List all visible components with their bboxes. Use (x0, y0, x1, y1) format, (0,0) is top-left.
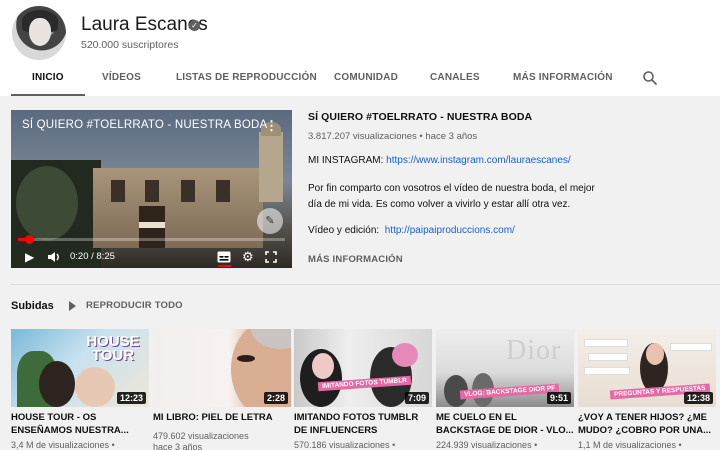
channel-avatar[interactable] (12, 6, 66, 60)
thumb-comment (670, 343, 712, 351)
player-time: 0:20 / 8:25 (70, 251, 115, 262)
thumb-hair (392, 343, 418, 367)
video-card[interactable]: IMITANDO FOTOS TUMBLR 7:09 IMITANDO FOTO… (294, 329, 432, 450)
video-card[interactable]: PREGUNTAS Y RESPUESTAS 12:38 ¿VOY A TENE… (578, 329, 716, 450)
video-title[interactable]: HOUSE TOUR - OS ENSEÑAMOS NUESTRA... (11, 412, 149, 437)
video-card[interactable]: 2:28 MI LIBRO: PIEL DE LETRA 479.602 vis… (153, 329, 291, 450)
edit-credit-label: Vídeo y edición: (308, 225, 380, 236)
video-thumbnail[interactable]: Dior VLOG: BACKSTAGE DIOR PF 9:51 (436, 329, 574, 407)
featured-video-player[interactable]: SÍ QUIERO #TOELRRATO - NUESTRA BODA ⋮ ✎ … (11, 110, 292, 268)
video-title[interactable]: IMITANDO FOTOS TUMBLR DE INFLUENCERS (294, 412, 432, 437)
tab-channels[interactable]: CANALES (430, 63, 480, 96)
player-frame-window (216, 180, 230, 202)
player-video-title[interactable]: SÍ QUIERO #TOELRRATO - NUESTRA BODA (22, 119, 267, 131)
instagram-line: MI INSTAGRAM: https://www.instagram.com/… (308, 155, 571, 166)
avatar-face (29, 18, 51, 46)
video-duration: 12:23 (116, 392, 146, 404)
thumb-person (75, 367, 115, 407)
video-duration: 7:09 (404, 392, 429, 404)
fullscreen-icon[interactable] (265, 251, 277, 263)
progress-bar[interactable] (18, 235, 285, 244)
play-all-button[interactable]: REPRODUCIR TODO (69, 300, 183, 311)
volume-icon[interactable] (47, 251, 61, 263)
edit-credit-link[interactable]: http://paipaiproduccions.com/ (385, 225, 515, 236)
channel-watermark-icon[interactable]: ✎ (257, 208, 283, 234)
play-icon[interactable]: ▶ (25, 246, 34, 268)
video-meta: 1,1 M de visualizaciones • (578, 440, 682, 450)
tab-videos[interactable]: VÍDEOS (102, 63, 141, 96)
thumb-eye (237, 355, 255, 362)
featured-video-title[interactable]: SÍ QUIERO #TOELRRATO - NUESTRA BODA (308, 111, 532, 123)
verified-icon: ✓ (189, 20, 200, 31)
video-thumbnail[interactable]: HOUSE TOUR 12:23 (11, 329, 149, 407)
video-thumbnail[interactable]: PREGUNTAS Y RESPUESTAS 12:38 (578, 329, 716, 407)
player-frame-window (111, 180, 125, 202)
subscriber-count: 520.000 suscriptores (81, 39, 179, 51)
progress-scrubber-handle[interactable] (24, 235, 34, 244)
tab-community[interactable]: COMUNIDAD (334, 63, 398, 96)
play-all-label: REPRODUCIR TODO (86, 300, 183, 311)
video-thumbnail[interactable]: 2:28 (153, 329, 291, 407)
shelf-title[interactable]: Subidas (11, 300, 54, 312)
video-title[interactable]: ¿VOY A TENER HIJOS? ¿ME MUDO? ¿COBRO POR… (578, 412, 716, 437)
instagram-link[interactable]: https://www.instagram.com/lauraescanes/ (386, 155, 571, 166)
tab-inicio[interactable]: INICIO (11, 63, 85, 96)
video-meta: 224.939 visualizaciones • (436, 440, 538, 450)
channel-header: Laura Escanes ✓ 520.000 suscriptores INI… (0, 0, 720, 96)
video-meta: 570.186 visualizaciones • (294, 440, 396, 450)
tab-about[interactable]: MÁS INFORMACIÓN (513, 63, 613, 96)
player-frame-window (145, 180, 159, 202)
video-card[interactable]: HOUSE TOUR 12:23 HOUSE TOUR - OS ENSEÑAM… (11, 329, 149, 450)
thumb-person (39, 361, 75, 407)
play-icon (69, 301, 76, 311)
video-meta: 3,4 M de visualizaciones • (11, 440, 115, 450)
thumb-logo: Dior (506, 335, 562, 366)
tab-playlists[interactable]: LISTAS DE REPRODUCCIÓN (176, 63, 317, 96)
more-vert-icon[interactable]: ⋮ (265, 118, 278, 134)
video-title[interactable]: MI LIBRO: PIEL DE LETRA (153, 412, 291, 425)
channel-tabs: INICIO VÍDEOS LISTAS DE REPRODUCCIÓN COM… (0, 63, 720, 96)
search-icon[interactable] (642, 70, 658, 86)
video-title[interactable]: ME CUELO EN EL BACKSTAGE DE DIOR - VLO..… (436, 412, 574, 437)
thumb-face (646, 343, 664, 365)
thumb-comment (588, 353, 628, 361)
thumb-comment (584, 339, 628, 347)
subtitles-icon[interactable] (217, 251, 231, 263)
player-controls: ▶ 0:20 / 8:25 ⚙ (11, 246, 292, 268)
more-info-button[interactable]: MÁS INFORMACIÓN (308, 254, 403, 265)
featured-video-meta: 3.817.207 visualizaciones • hace 3 años (308, 131, 478, 142)
thumb-face (312, 353, 334, 379)
player-frame-tower (259, 122, 283, 202)
video-card[interactable]: Dior VLOG: BACKSTAGE DIOR PF 9:51 ME CUE… (436, 329, 574, 450)
thumb-caption: HOUSE TOUR (86, 333, 140, 364)
thumb-comment (584, 367, 630, 375)
subtitles-active-indicator (218, 265, 231, 267)
instagram-label: MI INSTAGRAM: (308, 155, 384, 166)
player-frame-sign (139, 222, 165, 228)
video-duration: 12:38 (683, 392, 713, 404)
section-divider (11, 284, 720, 285)
edit-credit-line: Vídeo y edición: http://paipaiproduccion… (308, 225, 515, 236)
featured-description: Por fin comparto con vosotros el vídeo d… (308, 183, 595, 210)
video-duration: 2:28 (263, 392, 288, 404)
video-duration: 9:51 (546, 392, 571, 404)
video-age: hace 3 años (153, 442, 203, 450)
video-thumbnail[interactable]: IMITANDO FOTOS TUMBLR 7:09 (294, 329, 432, 407)
settings-gear-icon[interactable]: ⚙ (242, 246, 254, 268)
player-frame-window (181, 180, 195, 202)
